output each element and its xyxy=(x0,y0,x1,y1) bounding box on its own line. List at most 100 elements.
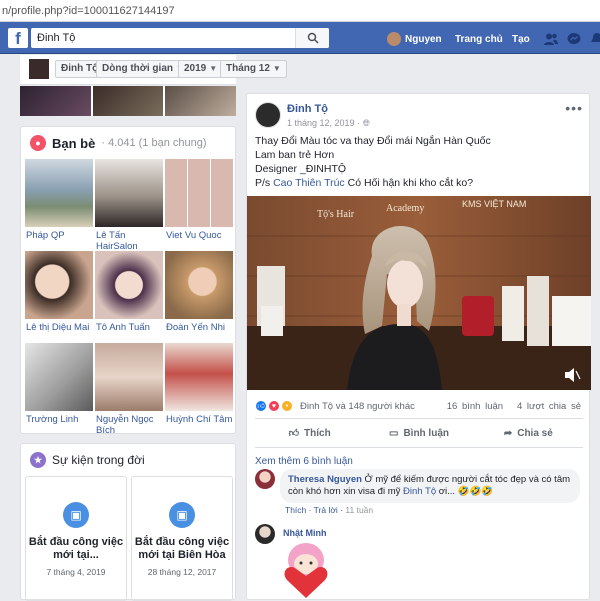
comments-count[interactable]: 16 bình luận xyxy=(447,401,503,412)
commenter-name[interactable]: Theresa Nguyen xyxy=(288,474,362,485)
photo-thumb[interactable] xyxy=(165,86,237,116)
top-navbar: f Nguyen Trang chủ Tạo xyxy=(0,22,600,54)
comment-time[interactable]: 11 tuần xyxy=(345,505,373,515)
commenter-avatar[interactable] xyxy=(255,469,275,489)
like-reaction-icon: 👍︎ xyxy=(255,400,267,412)
photos-strip xyxy=(20,86,237,116)
post-date[interactable]: 1 tháng 12, 2019 · 🌐︎ xyxy=(287,118,370,129)
post-date-text: 1 tháng 12, 2019 · xyxy=(287,118,363,128)
like-button[interactable]: 👍︎ Thích xyxy=(255,419,364,447)
life-events-list: ▣ Bắt đầu công việc mới tại... 7 tháng 4… xyxy=(25,476,233,601)
subnav-timeline-button[interactable]: Dòng thời gian▼ xyxy=(96,60,190,78)
messenger-icon[interactable] xyxy=(567,33,581,45)
view-more-comments-link[interactable]: Xem thêm 6 bình luận xyxy=(255,456,353,467)
search-button[interactable] xyxy=(295,28,329,48)
friend-name[interactable]: Đoàn Yến Nhi xyxy=(165,322,233,333)
avatar xyxy=(387,32,401,46)
friend-tile[interactable]: Lê thị Diệu Mai xyxy=(25,251,93,343)
comment-like-link[interactable]: Thích xyxy=(285,505,306,515)
post-line: Thay Đổi Màu tóc va thay Đổi mái Ngắn Hà… xyxy=(255,135,491,147)
post-photo[interactable]: Tộ's Hair Academy KMS VIỆT NAM xyxy=(247,196,591,390)
life-event-card[interactable]: ▣ Bắt đầu công việc mới tại Biên Hòa 28 … xyxy=(131,476,233,601)
life-event-title: Bắt đầu công việc mới tại Biên Hòa xyxy=(134,536,230,561)
friend-tile[interactable]: Đoàn Yến Nhi xyxy=(165,251,233,343)
life-events-header: ★ Sự kiện trong đời xyxy=(21,444,235,476)
life-events-title[interactable]: Sự kiện trong đời xyxy=(52,453,145,467)
reactions-summary[interactable]: 👍︎ ♥ • Đinh Tộ và 148 người khác xyxy=(255,400,415,412)
post-line-prefix: P/s xyxy=(255,177,274,189)
life-event-card[interactable]: ▣ Bắt đầu công việc mới tại... 7 tháng 4… xyxy=(25,476,127,601)
subnav-avatar[interactable] xyxy=(28,58,50,80)
friend-tile[interactable]: Pháp QP xyxy=(25,159,93,251)
friend-photo[interactable] xyxy=(165,343,233,411)
comment-bubble: Theresa Nguyen Ở mỹ để kiếm được người c… xyxy=(280,469,580,503)
friend-photo[interactable] xyxy=(95,343,163,411)
friend-photo[interactable] xyxy=(165,159,233,227)
friends-header: ● Bạn bè · 4.041 (1 bạn chung) xyxy=(21,127,235,159)
share-icon: ➦ xyxy=(503,427,513,439)
share-label: Chia sẻ xyxy=(517,427,553,439)
friend-photo[interactable] xyxy=(95,159,163,227)
post-author-avatar[interactable] xyxy=(255,102,281,128)
comment-text-tail: ơi... 🤣🤣🤣 xyxy=(436,486,494,497)
friend-photo[interactable] xyxy=(25,343,93,411)
friend-tile[interactable]: Tô Anh Tuấn xyxy=(95,251,163,343)
friend-photo[interactable] xyxy=(25,159,93,227)
star-icon: ★ xyxy=(30,452,46,468)
comment-reply-link[interactable]: Trả lời xyxy=(314,505,338,515)
year-label: 2019 xyxy=(184,63,207,74)
post-author-name[interactable]: Đinh Tộ xyxy=(287,103,328,115)
friends-card: ● Bạn bè · 4.041 (1 bạn chung) Pháp QP L… xyxy=(20,126,236,436)
comment-tag-link[interactable]: Đinh Tộ xyxy=(403,486,436,497)
life-events-card: ★ Sự kiện trong đời ▣ Bắt đầu công việc … xyxy=(20,443,236,601)
shares-count[interactable]: 4 lượt chia sẻ xyxy=(517,401,581,412)
search-input[interactable] xyxy=(31,28,301,48)
friend-photo[interactable] xyxy=(95,251,163,319)
friend-photo[interactable] xyxy=(165,251,233,319)
life-event-date: 7 tháng 4, 2019 xyxy=(46,567,106,577)
commenter-avatar[interactable] xyxy=(255,524,275,544)
notifications-icon[interactable] xyxy=(590,33,600,45)
chevron-down-icon: ▼ xyxy=(209,64,218,73)
search-box xyxy=(31,28,329,48)
post-text: Thay Đổi Màu tóc va thay Đổi mái Ngắn Hà… xyxy=(255,134,491,190)
friend-tile[interactable]: Lê Tấn HairSalon xyxy=(95,159,163,252)
more-options-icon[interactable]: ••• xyxy=(565,100,583,116)
photo-thumb[interactable] xyxy=(92,86,164,116)
friend-name[interactable]: Huỳnh Chí Tâm xyxy=(165,414,233,425)
nav-profile-link[interactable]: Nguyen xyxy=(387,32,442,46)
life-event-title: Bắt đầu công việc mới tại... xyxy=(28,536,124,561)
friend-photo[interactable] xyxy=(25,251,93,319)
post-line: Lam ban trẻ Hơn xyxy=(255,149,335,161)
friend-name[interactable]: Lê thị Diệu Mai xyxy=(25,322,93,333)
friend-name[interactable]: Pháp QP xyxy=(25,230,93,241)
nav-home-link[interactable]: Trang chủ xyxy=(455,34,503,45)
friend-name[interactable]: Viet Vu Quoc xyxy=(165,230,233,241)
post-card: Đinh Tộ 1 tháng 12, 2019 · 🌐︎ ••• Thay Đ… xyxy=(246,93,591,600)
comment-button[interactable]: ▭ Bình luận xyxy=(364,419,473,447)
friend-tile[interactable]: Trường Linh xyxy=(25,343,93,435)
friend-tile[interactable]: Viet Vu Quoc xyxy=(165,159,233,251)
timeline-subnav: Đinh Tộ Dòng thời gian▼ 2019▼ Tháng 12▼ xyxy=(20,55,287,85)
friends-title[interactable]: Bạn bè xyxy=(52,136,95,151)
salon-sign-middle: Academy xyxy=(386,203,424,214)
tagged-user-link[interactable]: Cao Thiên Trúc xyxy=(273,177,345,189)
friend-requests-icon[interactable] xyxy=(544,33,558,45)
address-bar[interactable]: n/profile.php?id=100011627144197 xyxy=(0,0,600,22)
post-line: P/s Cao Thiên Trúc Có Hối hận khi kho cắ… xyxy=(255,176,491,190)
comment-meta: Thích · Trả lời · 11 tuần xyxy=(285,505,374,515)
friend-name[interactable]: Lê Tấn HairSalon xyxy=(95,230,163,252)
year-dropdown[interactable]: 2019 ▼ xyxy=(178,60,224,78)
share-button[interactable]: ➦ Chia sẻ xyxy=(474,419,583,447)
friend-name[interactable]: Trường Linh xyxy=(25,414,93,425)
friend-tile[interactable]: Nguyễn Ngọc Bích xyxy=(95,343,163,436)
friend-name[interactable]: Nguyễn Ngọc Bích xyxy=(95,414,163,436)
month-dropdown[interactable]: Tháng 12 ▼ xyxy=(220,60,287,78)
like-label: Thích xyxy=(304,427,331,439)
facebook-logo-icon[interactable]: f xyxy=(8,28,28,48)
reactions-text: Đinh Tộ và 148 người khác xyxy=(300,400,415,412)
photo-thumb[interactable] xyxy=(20,86,91,116)
friend-tile[interactable]: Huỳnh Chí Tâm xyxy=(165,343,233,435)
nav-create-link[interactable]: Tạo xyxy=(512,34,530,45)
friend-name[interactable]: Tô Anh Tuấn xyxy=(95,322,163,333)
